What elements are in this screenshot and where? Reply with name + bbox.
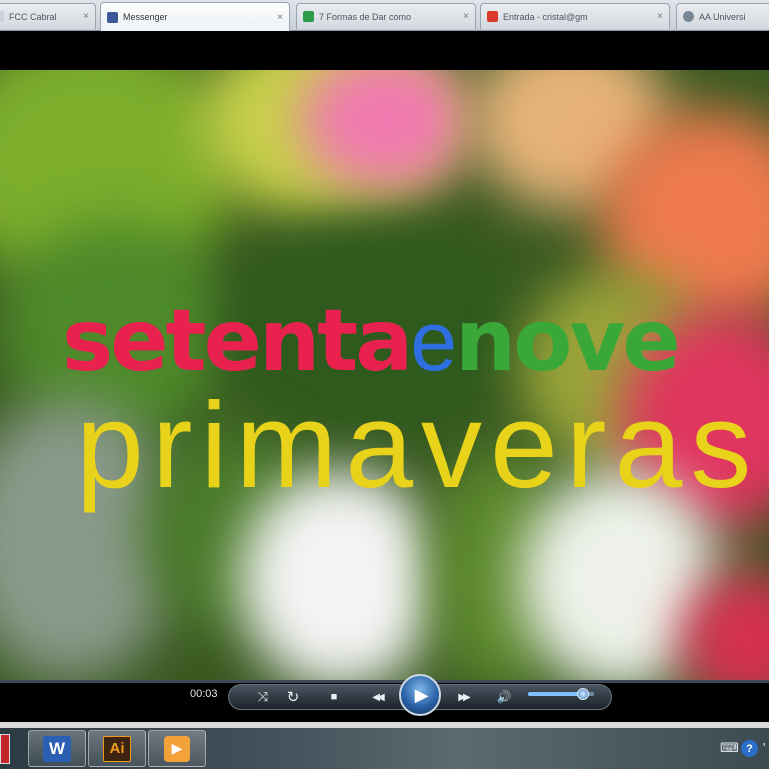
elapsed-time: 00:03 [190,688,218,700]
taskbar: W Ai ▶ ⌨ ? ' [0,728,769,769]
next-button[interactable]: ▶▶ [444,686,482,708]
taskbar-app-illustrator[interactable]: Ai [88,730,146,767]
previous-icon: ◀◀ [372,691,385,703]
tray-overflow: ' [763,740,766,755]
stop-icon: ■ [330,691,338,703]
tab-label: FCC Cabral [9,11,57,22]
mute-button[interactable]: 🔊 [492,686,516,708]
player-top-bar [0,31,769,70]
word-icon: W [43,735,71,762]
help-icon[interactable]: ? [741,740,758,757]
gmail-icon [487,11,498,22]
tab-label: 7 Formas de Dar como [319,11,412,22]
taskbar-app-word[interactable]: W [28,730,86,767]
tab-fcc-cabral[interactable]: FCC Cabral × [0,3,96,29]
keyboard-icon[interactable]: ⌨ [720,740,739,756]
repeat-button[interactable]: ↻ [281,686,305,708]
tab-universi[interactable]: AA Universi [676,3,769,29]
close-icon[interactable]: × [463,11,469,22]
play-icon: ▶ [414,684,429,705]
browser-tab-strip: FCC Cabral × Messenger × 7 Formas de Dar… [0,0,769,31]
next-icon: ▶▶ [458,691,471,703]
play-button[interactable]: ▶ [399,674,441,716]
previous-button[interactable]: ◀◀ [358,686,396,708]
tab-label: Messenger [123,12,168,22]
tab-label: AA Universi [699,11,746,22]
illustrator-icon: Ai [103,735,131,762]
seek-bar[interactable] [0,680,769,683]
title-line-2: primaveras [76,377,760,513]
close-icon[interactable]: × [657,11,663,22]
close-icon[interactable]: × [83,11,89,22]
repeat-icon: ↻ [286,689,300,706]
facebook-icon [107,11,118,23]
close-icon[interactable]: × [277,12,283,23]
tab-7-formas[interactable]: 7 Formas de Dar como × [296,3,476,29]
media-player-icon: ▶ [164,735,190,762]
volume-level [528,692,584,696]
taskbar-app-partial[interactable] [0,734,10,764]
person-icon [683,11,694,22]
shuffle-icon: ⤨ [257,689,269,704]
tab-gmail[interactable]: Entrada - cristal@gm × [480,3,670,29]
volume-icon: 🔊 [496,690,512,704]
player-controls: 00:03 ⤨ ↻ ■ ◀◀ ▶ ▶▶ 🔊 [0,674,769,722]
shuffle-button[interactable]: ⤨ [251,686,275,708]
title-word-nove: nove [455,291,681,391]
stop-button[interactable]: ■ [322,686,346,708]
taskbar-app-media-player[interactable]: ▶ [148,730,206,767]
sheet-icon [303,11,314,22]
title-line-1: setentaenove [62,298,759,384]
screen: FCC Cabral × Messenger × 7 Formas de Dar… [0,0,769,769]
video-frame[interactable]: setentaenove primaveras [0,70,769,680]
tab-messenger[interactable]: Messenger × [100,2,290,31]
video-title-overlay: setentaenove primaveras [62,298,759,506]
title-word-setenta: setenta [62,291,413,391]
tab-label: Entrada - cristal@gm [503,11,588,22]
title-word-e: e [410,294,457,388]
volume-slider[interactable] [528,688,594,700]
document-icon [0,11,4,22]
